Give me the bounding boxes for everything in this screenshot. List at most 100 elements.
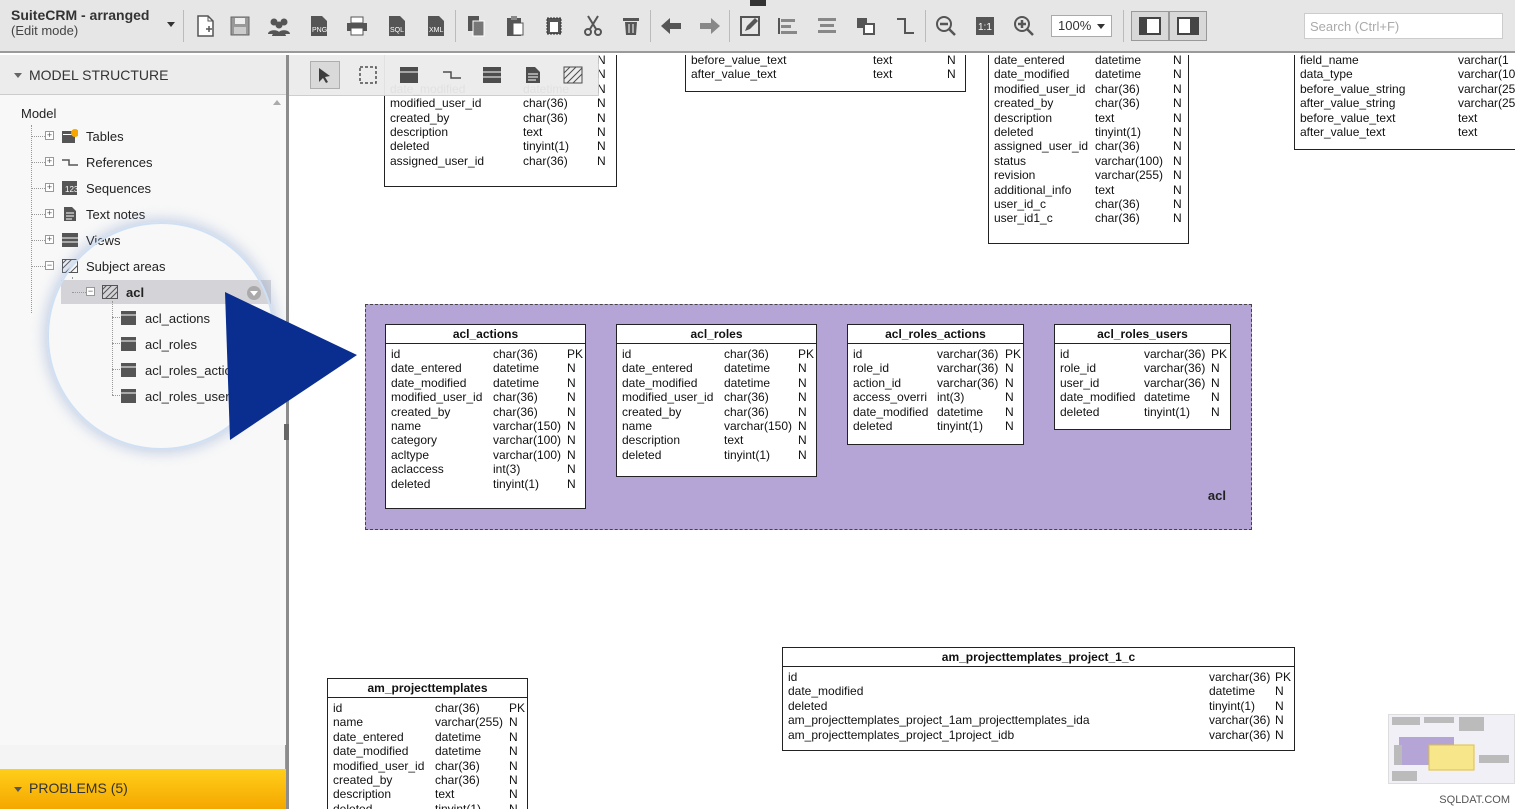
- column-row[interactable]: description text N: [385, 125, 616, 139]
- pointer-tool-icon[interactable]: [310, 61, 340, 89]
- app-title[interactable]: SuiteCRM - arranged (Edit mode): [11, 8, 149, 39]
- zoom-select[interactable]: 100%: [1051, 15, 1112, 37]
- add-relation-icon[interactable]: [437, 61, 467, 89]
- column-row[interactable]: id char(36) PK: [328, 701, 527, 715]
- column-row[interactable]: deleted tinyint(1) N: [783, 699, 1294, 713]
- column-row[interactable]: user_id1_c char(36) N: [989, 211, 1188, 225]
- column-row[interactable]: data_type varchar(10: [1295, 67, 1515, 81]
- column-row[interactable]: created_by char(36) N: [328, 773, 527, 787]
- column-row[interactable]: field_name varchar(1: [1295, 55, 1515, 67]
- column-row[interactable]: id varchar(36) PK: [1055, 347, 1230, 361]
- forward-arrow-icon[interactable]: [697, 12, 723, 40]
- table-acl-actions[interactable]: acl_actions id char(36) PK date_entered datet…: [385, 324, 586, 509]
- collapse-subject-areas-icon[interactable]: −: [45, 261, 54, 270]
- column-row[interactable]: date_entered datetime N: [386, 361, 585, 375]
- table-acl-roles[interactable]: acl_roles id char(36) PK date_entered datetim…: [616, 324, 817, 477]
- column-row[interactable]: id varchar(36) PK: [783, 670, 1294, 684]
- column-row[interactable]: deleted tinyint(1) N: [386, 477, 585, 491]
- column-row[interactable]: id char(36) PK: [617, 347, 816, 361]
- users-icon[interactable]: [266, 12, 292, 40]
- zoom-in-icon[interactable]: [1011, 12, 1037, 40]
- column-row[interactable]: date_modified datetime N: [617, 376, 816, 390]
- column-row[interactable]: date_entered datetime N: [328, 730, 527, 744]
- column-row[interactable]: modified_user_id char(36) N: [989, 82, 1188, 96]
- column-row[interactable]: deleted tinyint(1) N: [385, 139, 616, 153]
- expand-views-icon[interactable]: +: [45, 235, 54, 244]
- column-row[interactable]: role_id varchar(36) N: [1055, 361, 1230, 375]
- tree-item-sequences[interactable]: 123 Sequences: [62, 178, 151, 198]
- column-row[interactable]: access_overri int(3) N: [848, 390, 1023, 404]
- column-row[interactable]: after_value_string varchar(25: [1295, 96, 1515, 110]
- tree-item-text-notes[interactable]: Text notes: [62, 204, 145, 224]
- tree-root-model[interactable]: Model: [21, 103, 56, 123]
- column-row[interactable]: description text N: [617, 433, 816, 447]
- add-note-icon[interactable]: [518, 61, 548, 89]
- column-row[interactable]: date_modified datetime N: [328, 744, 527, 758]
- add-view-icon[interactable]: [477, 61, 507, 89]
- column-row[interactable]: id char(36) PK: [386, 347, 585, 361]
- paste-icon[interactable]: [502, 12, 528, 40]
- table-am-projecttemplates[interactable]: am_projecttemplates id char(36) PK name varch…: [327, 678, 528, 809]
- column-row[interactable]: user_id varchar(36) N: [1055, 376, 1230, 390]
- column-row[interactable]: date_modified datetime N: [848, 405, 1023, 419]
- column-row[interactable]: deleted tinyint(1) N: [1055, 405, 1230, 419]
- expand-tables-icon[interactable]: +: [45, 131, 54, 140]
- zoom-out-icon[interactable]: [933, 12, 959, 40]
- column-row[interactable]: date_entered datetime N: [989, 55, 1188, 67]
- column-row[interactable]: name varchar(150) N: [386, 419, 585, 433]
- copy-icon[interactable]: [463, 12, 489, 40]
- column-row[interactable]: date_modified datetime N: [989, 67, 1188, 81]
- column-row[interactable]: id varchar(36) PK: [848, 347, 1023, 361]
- column-row[interactable]: after_value_text text: [1295, 125, 1515, 139]
- problems-panel-header[interactable]: PROBLEMS (5): [0, 769, 286, 809]
- print-icon[interactable]: [344, 12, 370, 40]
- column-row[interactable]: before_value_text text: [1295, 111, 1515, 125]
- table-partial-3[interactable]: date_entered datetime Ndate_modified dateti…: [988, 55, 1189, 244]
- add-subject-area-icon[interactable]: [558, 61, 588, 89]
- column-row[interactable]: status varchar(100) N: [989, 154, 1188, 168]
- column-row[interactable]: created_by char(36) N: [385, 111, 616, 125]
- png-export-icon[interactable]: PNG: [306, 12, 332, 40]
- column-row[interactable]: modified_user_id char(36) N: [328, 759, 527, 773]
- column-row[interactable]: deleted tinyint(1) N: [848, 419, 1023, 433]
- column-row[interactable]: date_entered datetime N: [617, 361, 816, 375]
- column-row[interactable]: description text N: [328, 787, 527, 801]
- cut-icon[interactable]: [580, 12, 606, 40]
- column-row[interactable]: date_modified datetime N: [1055, 390, 1230, 404]
- group-icon[interactable]: [853, 12, 879, 40]
- column-row[interactable]: description text N: [989, 111, 1188, 125]
- column-row[interactable]: modified_user_id char(36) N: [386, 390, 585, 404]
- column-row[interactable]: revision varchar(255) N: [989, 168, 1188, 182]
- column-row[interactable]: name varchar(255) N: [328, 715, 527, 729]
- distribute-icon[interactable]: [814, 12, 840, 40]
- table-acl-roles-users[interactable]: acl_roles_users id varchar(36) PK role_id var…: [1054, 324, 1231, 430]
- tree-item-tables[interactable]: Tables: [62, 126, 124, 146]
- table-am-projecttemplates-project-1-c[interactable]: am_projecttemplates_project_1_c id varchar…: [782, 647, 1295, 751]
- search-input[interactable]: Search (Ctrl+F): [1304, 13, 1503, 39]
- back-arrow-icon[interactable]: [658, 12, 684, 40]
- add-table-icon[interactable]: [394, 61, 424, 89]
- column-row[interactable]: created_by char(36) N: [989, 96, 1188, 110]
- column-row[interactable]: modified_user_id char(36) N: [617, 390, 816, 404]
- column-row[interactable]: deleted tinyint(1) N: [617, 448, 816, 462]
- column-row[interactable]: name varchar(150) N: [617, 419, 816, 433]
- table-partial-4[interactable]: field_name varchar(1 data_type varchar(10be…: [1294, 55, 1515, 150]
- xml-icon[interactable]: XML: [423, 12, 449, 40]
- table-partial-2[interactable]: before_value_text text Nafter_value_text te…: [685, 55, 966, 92]
- column-row[interactable]: action_id varchar(36) N: [848, 376, 1023, 390]
- column-row[interactable]: date_modified datetime N: [783, 684, 1294, 698]
- column-row[interactable]: after_value_text text N: [686, 67, 965, 81]
- column-row[interactable]: am_projecttemplates_project_1project_idb…: [783, 728, 1294, 742]
- column-row[interactable]: user_id_c char(36) N: [989, 197, 1188, 211]
- align-icon[interactable]: [775, 12, 801, 40]
- column-row[interactable]: assigned_user_id char(36) N: [989, 139, 1188, 153]
- line-style-icon[interactable]: [893, 12, 919, 40]
- tree-scroll-up-icon[interactable]: [273, 100, 281, 105]
- column-row[interactable]: acltype varchar(100) N: [386, 448, 585, 462]
- diagram-canvas[interactable]: NNdate_modifieddatetimeNmodified_user_id…: [289, 55, 1515, 809]
- column-row[interactable]: created_by char(36) N: [386, 405, 585, 419]
- clone-icon[interactable]: [541, 12, 567, 40]
- column-row[interactable]: category varchar(100) N: [386, 433, 585, 447]
- column-row[interactable]: deleted tinyint(1) N: [328, 802, 527, 809]
- save-icon[interactable]: [227, 12, 253, 40]
